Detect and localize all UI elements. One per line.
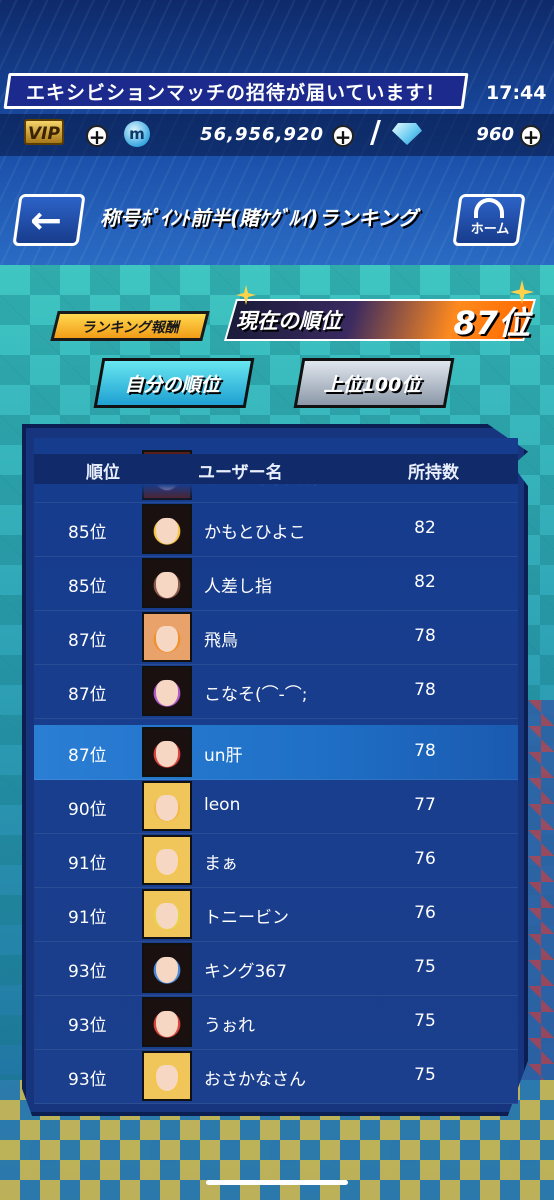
row-score: 82	[414, 572, 436, 592]
avatar-face	[156, 626, 178, 652]
row-rank: 87位	[68, 631, 107, 651]
avatar[interactable]	[142, 666, 192, 716]
row-score: 75	[414, 1065, 436, 1085]
avatar[interactable]	[142, 781, 192, 831]
row-username: うぉれ	[204, 1016, 255, 1036]
list-item[interactable]: 93位 おさかなさん 75	[34, 1049, 518, 1104]
row-username: トニービン	[204, 908, 289, 928]
row-score: 75	[414, 1011, 436, 1031]
row-username: un肝	[204, 746, 243, 766]
avatar-face	[156, 957, 178, 983]
avatar[interactable]	[142, 889, 192, 939]
avatar[interactable]	[142, 612, 192, 662]
row-score: 82	[414, 518, 436, 538]
avatar-face	[156, 903, 178, 929]
avatar[interactable]	[142, 997, 192, 1047]
column-user: ユーザー名	[198, 463, 283, 483]
row-username: こなそ(⌒-⌒;	[204, 685, 308, 705]
list-item[interactable]: 87位 こなそ(⌒-⌒; 78	[34, 664, 518, 719]
row-rank: 93位	[68, 962, 107, 982]
ranking-rows[interactable]: 82位松たけ子(本物)8485位かもとひよこ8285位人差し指8287位飛鳥78…	[34, 438, 518, 1104]
avatar-face	[156, 572, 178, 598]
avatar[interactable]	[142, 558, 192, 608]
row-username: おさかなさん	[204, 1070, 306, 1090]
tab-top-100-label: 上位100位	[323, 374, 421, 396]
row-rank: 91位	[68, 908, 107, 928]
ranking-list[interactable]: 82位松たけ子(本物)8485位かもとひよこ8285位人差し指8287位飛鳥78…	[34, 438, 518, 1104]
list-item[interactable]: 85位 人差し指 82	[34, 556, 518, 611]
row-rank: 91位	[68, 854, 107, 874]
avatar[interactable]	[142, 504, 192, 554]
list-item[interactable]: 85位 かもとひよこ 82	[34, 502, 518, 557]
row-rank: 85位	[68, 523, 107, 543]
row-score: 78	[414, 741, 436, 761]
money-amount: 56,956,920	[200, 124, 324, 145]
header-fade	[34, 484, 518, 502]
column-score: 所持数	[408, 463, 459, 483]
home-button-label: ホーム	[470, 222, 510, 237]
avatar[interactable]	[142, 727, 192, 777]
home-indicator[interactable]	[206, 1180, 348, 1185]
current-rank-label: 現在の順位	[236, 309, 341, 333]
row-rank: 87位	[68, 685, 107, 705]
row-username: かもとひよこ	[204, 523, 306, 543]
gem-amount: 960	[476, 124, 514, 145]
list-item[interactable]: 93位 キング367 75	[34, 941, 518, 996]
avatar[interactable]	[142, 835, 192, 885]
row-score: 76	[414, 903, 436, 923]
row-score: 78	[414, 626, 436, 646]
column-rank: 順位	[86, 463, 120, 483]
avatar[interactable]	[142, 1051, 192, 1101]
vip-badge[interactable]: VIP	[24, 119, 64, 145]
row-username: キング367	[204, 962, 287, 982]
list-item[interactable]: 87位 飛鳥 78	[34, 610, 518, 665]
row-score: 75	[414, 957, 436, 977]
row-username: 飛鳥	[204, 631, 238, 651]
row-rank: 87位	[68, 746, 107, 766]
avatar-face	[156, 849, 178, 875]
list-item[interactable]: 90位 leon 77	[34, 779, 518, 834]
vip-plus-button[interactable]: +	[86, 125, 108, 148]
row-rank: 85位	[68, 577, 107, 597]
avatar-face	[156, 518, 178, 544]
clock: 17:44	[486, 82, 547, 104]
currency-divider: /	[370, 115, 381, 150]
tab-my-rank-label: 自分の順位	[124, 374, 220, 396]
money-plus-button[interactable]: +	[332, 125, 354, 148]
avatar-face	[156, 1011, 178, 1037]
current-rank-value: 87位	[453, 304, 530, 342]
gem-plus-button[interactable]: +	[520, 125, 542, 148]
row-username: 人差し指	[204, 577, 272, 597]
row-username: leon	[204, 795, 241, 815]
row-rank: 93位	[68, 1070, 107, 1090]
row-username: まぁ	[204, 854, 238, 874]
row-score: 76	[414, 849, 436, 869]
row-rank: 93位	[68, 1016, 107, 1036]
ranking-reward-label: ランキング報酬	[81, 320, 179, 336]
back-arrow-icon: ←	[30, 198, 62, 242]
notification-text[interactable]: エキシビションマッチの招待が届いています！	[26, 78, 445, 105]
list-item[interactable]: 91位 まぁ 76	[34, 833, 518, 888]
row-rank: 90位	[68, 800, 107, 820]
avatar-face	[156, 1065, 178, 1091]
money-coin-icon: m	[124, 121, 150, 147]
row-score: 77	[414, 795, 436, 815]
row-score: 78	[414, 680, 436, 700]
list-item[interactable]: 93位 うぉれ 75	[34, 995, 518, 1050]
list-item-current-user[interactable]: 87位 un肝 78	[34, 725, 518, 780]
avatar-face	[156, 795, 178, 821]
avatar[interactable]	[142, 943, 192, 993]
list-item[interactable]: 91位 トニービン 76	[34, 887, 518, 942]
avatar-face	[156, 680, 178, 706]
page-title: 称号ﾎﾟｲﾝﾄ前半(賭ｹｸﾞﾙｲ)ランキング	[100, 206, 418, 230]
ranking-list-header: 順位 ユーザー名 所持数	[34, 454, 518, 484]
avatar-face	[156, 741, 178, 767]
